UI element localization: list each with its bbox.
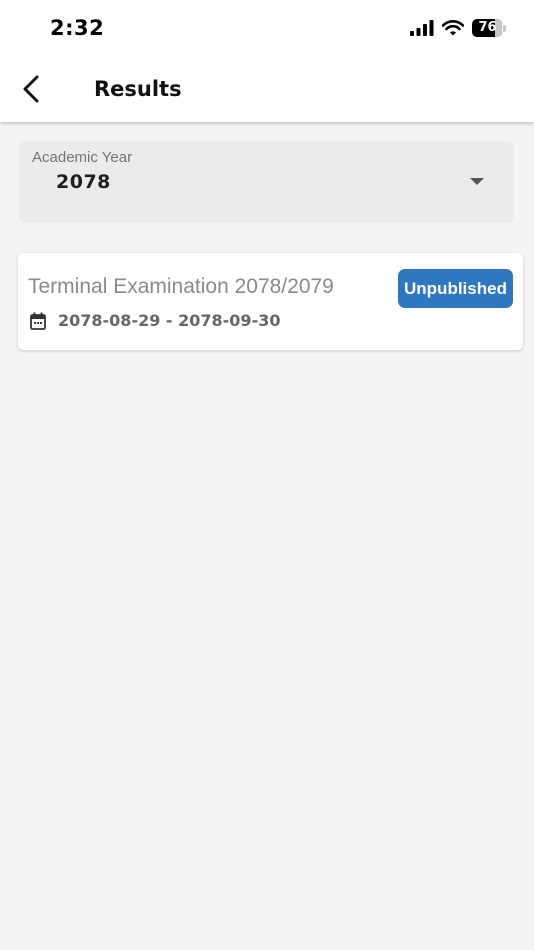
page-title: Results [94, 77, 182, 101]
status-badge: Unpublished [398, 269, 513, 308]
cellular-signal-icon [410, 20, 434, 36]
caret-down-icon [470, 178, 484, 185]
wifi-icon [442, 20, 464, 36]
exam-date-row: 2078-08-29 - 2078-09-30 [30, 311, 280, 330]
status-icons: 76 [410, 19, 506, 37]
battery-icon: 76 [472, 19, 506, 37]
back-button[interactable] [14, 72, 48, 106]
academic-year-value: 2078 [56, 171, 111, 193]
status-time: 2:32 [50, 16, 105, 40]
academic-year-label: Academic Year [32, 149, 133, 166]
chevron-left-icon [23, 75, 39, 103]
academic-year-dropdown[interactable]: Academic Year 2078 [19, 141, 514, 223]
exam-date-range: 2078-08-29 - 2078-09-30 [58, 311, 281, 330]
result-card[interactable]: Terminal Examination 2078/2079 2078-08-2… [18, 253, 523, 350]
exam-name: Terminal Examination 2078/2079 [28, 275, 334, 298]
battery-level: 76 [478, 20, 497, 35]
app-header: Results [0, 60, 534, 122]
calendar-icon [30, 312, 46, 330]
status-bar: 2:32 76 [0, 0, 534, 60]
